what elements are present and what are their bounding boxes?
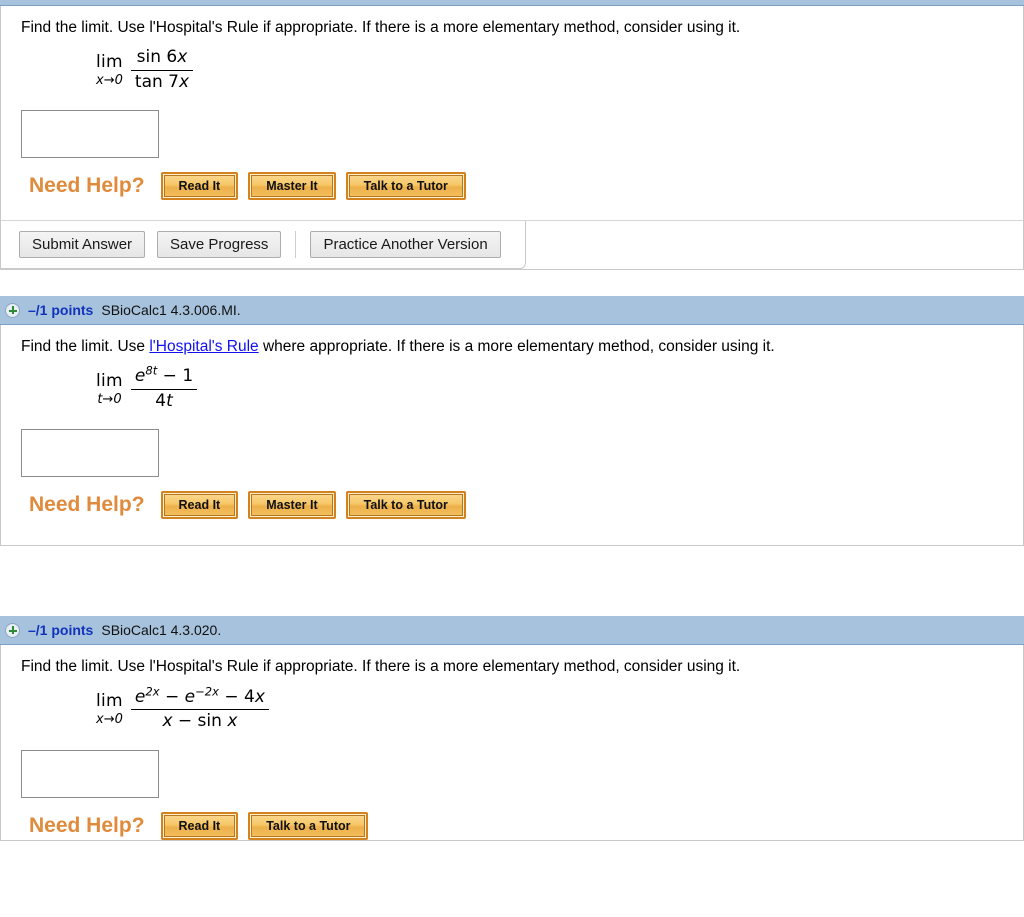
plus-circle-icon[interactable] — [5, 622, 20, 638]
submit-answer-button-1[interactable]: Submit Answer — [19, 231, 146, 259]
lhospitals-rule-link-2[interactable]: l'Hospital's Rule — [149, 338, 258, 355]
fraction-denominator-2: 4t — [155, 390, 173, 411]
question-prompt-2-pre: Find the limit. Use — [21, 338, 150, 356]
fraction-1: sin 6x tan 7x — [130, 47, 194, 92]
toolbar-divider-1 — [295, 231, 297, 259]
fraction-numerator-1: sin 6x — [136, 47, 188, 68]
question-prompt-1-text: Find the limit. Use l'Hospital's Rule if… — [21, 19, 741, 36]
answer-input-1[interactable] — [21, 110, 159, 159]
answer-input-3[interactable] — [21, 749, 159, 798]
question-prompt-3-text: Find the limit. Use l'Hospital's Rule if… — [21, 658, 741, 676]
read-it-label-3: Read It — [163, 814, 236, 837]
talk-to-a-tutor-label-2: Talk to a Tutor — [348, 494, 463, 517]
plus-circle-icon[interactable] — [5, 302, 20, 318]
question-prompt-3: Find the limit. Use l'Hospital's Rule if… — [1, 645, 1023, 677]
fraction-denominator-3: x − sin x — [162, 711, 238, 732]
question-prompt-1: Find the limit. Use l'Hospital's Rule if… — [1, 6, 1023, 38]
save-progress-button-1[interactable]: Save Progress — [157, 231, 282, 259]
limit-label-2: lim — [96, 370, 123, 391]
question-panel-2: Find the limit. Use l'Hospital's Rule wh… — [0, 325, 1024, 547]
limit-label-1: lim — [96, 51, 123, 72]
fraction-3: e2x − e−2x − 4x x − sin x — [130, 683, 269, 732]
need-help-row-3: Need Help? Read It Talk to a Tutor — [1, 798, 1023, 840]
submit-toolbar-wrap-1: Submit Answer Save Progress Practice Ano… — [1, 220, 1023, 270]
question-panel-1: Find the limit. Use l'Hospital's Rule if… — [0, 6, 1024, 271]
fraction-numerator-2: e8t − 1 — [134, 363, 194, 387]
question-header-3[interactable]: –/1 points SBioCalc1 4.3.020. — [0, 616, 1024, 646]
read-it-button-2[interactable]: Read It — [160, 491, 239, 520]
talk-to-a-tutor-label-3: Talk to a Tutor — [251, 814, 366, 837]
panel-gap-2 — [0, 546, 1024, 617]
need-help-label-3: Need Help? — [29, 813, 145, 837]
master-it-button-1[interactable]: Master It — [248, 172, 336, 201]
read-it-button-3[interactable]: Read It — [160, 811, 239, 840]
talk-to-a-tutor-button-3[interactable]: Talk to a Tutor — [248, 811, 369, 840]
talk-to-a-tutor-button-1[interactable]: Talk to a Tutor — [345, 172, 466, 201]
limit-subscript-2: t→0 — [97, 391, 122, 407]
question-code-2: SBioCalc1 4.3.006.MI. — [101, 302, 241, 319]
fraction-2: e8t − 1 4t — [130, 363, 198, 411]
read-it-label-1: Read It — [163, 175, 236, 198]
read-it-button-1[interactable]: Read It — [160, 172, 239, 201]
panel-gap-1 — [0, 270, 1024, 297]
question-code-3: SBioCalc1 4.3.020. — [101, 622, 222, 639]
read-it-label-2: Read It — [163, 494, 236, 517]
points-label-3: –/1 points — [28, 622, 94, 639]
master-it-button-2[interactable]: Master It — [248, 491, 336, 520]
fraction-numerator-3: e2x − e−2x − 4x — [134, 683, 265, 707]
panel-bottom-spacer-2 — [1, 519, 1023, 545]
talk-to-a-tutor-label-1: Talk to a Tutor — [348, 175, 463, 198]
need-help-row-2: Need Help? Read It Master It Talk to a T… — [1, 477, 1023, 520]
math-expression-2: lim t→0 e8t − 1 4t — [1, 357, 1023, 411]
limit-label-3: lim — [96, 691, 123, 712]
submit-toolbar-1: Submit Answer Save Progress Practice Ano… — [1, 221, 526, 270]
fraction-denominator-1: tan 7x — [134, 71, 190, 92]
limit-operator-1: lim x→0 — [96, 51, 123, 88]
question-prompt-2-post: where appropriate. If there is a more el… — [258, 338, 775, 356]
math-expression-1: lim x→0 sin 6x tan 7x — [1, 38, 1023, 92]
limit-subscript-3: x→0 — [96, 712, 123, 728]
need-help-row-1: Need Help? Read It Master It Talk to a T… — [1, 158, 1023, 201]
answer-input-2[interactable] — [21, 429, 159, 478]
need-help-label-1: Need Help? — [29, 174, 145, 198]
master-it-label-2: Master It — [251, 494, 333, 517]
talk-to-a-tutor-button-2[interactable]: Talk to a Tutor — [345, 491, 466, 520]
question-prompt-2: Find the limit. Use l'Hospital's Rule wh… — [1, 325, 1023, 357]
points-label-2: –/1 points — [28, 302, 94, 319]
limit-subscript-1: x→0 — [96, 72, 123, 88]
math-expression-3: lim x→0 e2x − e−2x − 4x x − sin x — [1, 678, 1023, 732]
need-help-label-2: Need Help? — [29, 493, 145, 517]
limit-operator-2: lim t→0 — [96, 370, 123, 407]
limit-operator-3: lim x→0 — [96, 691, 123, 728]
question-header-2[interactable]: –/1 points SBioCalc1 4.3.006.MI. — [0, 296, 1024, 326]
practice-another-version-button-1[interactable]: Practice Another Version — [310, 231, 501, 259]
question-panel-3: Find the limit. Use l'Hospital's Rule if… — [0, 645, 1024, 841]
master-it-label-1: Master It — [251, 175, 333, 198]
